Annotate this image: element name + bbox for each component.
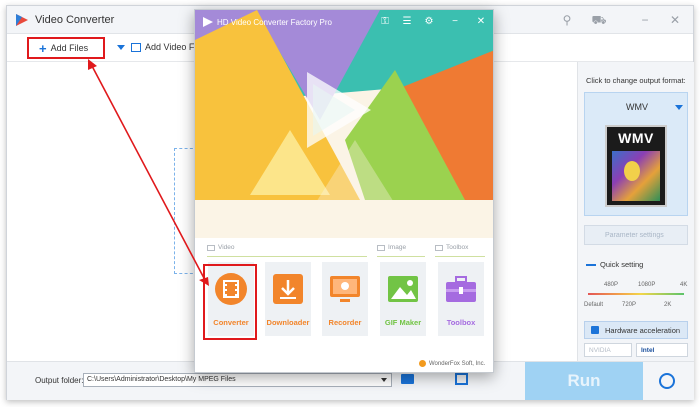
- recorder-icon: [330, 276, 360, 302]
- section-video: Video: [207, 244, 235, 251]
- alarm-clock-icon[interactable]: [659, 373, 675, 389]
- list-icon[interactable]: ☰: [401, 16, 413, 28]
- output-format-panel: Click to change output format: WMV WMV P…: [577, 62, 694, 361]
- pin-icon[interactable]: ⚲: [559, 12, 575, 28]
- quality-label: Default: [584, 302, 604, 308]
- tool-label: GIF Maker: [384, 318, 422, 327]
- quality-label: 720P: [622, 302, 637, 308]
- cart-icon[interactable]: ⛟: [591, 12, 607, 28]
- thumbnail-text: WMV: [618, 130, 654, 146]
- quick-setting-label: Quick setting: [600, 260, 644, 269]
- section-image: Image: [377, 244, 406, 251]
- downloader-icon: [273, 274, 303, 304]
- close-icon[interactable]: ✕: [667, 12, 683, 28]
- tool-label: Recorder: [328, 318, 362, 327]
- run-button[interactable]: Run: [525, 362, 643, 400]
- app-title: Video Converter: [35, 14, 115, 26]
- launcher-footer: WonderFox Soft, Inc.: [419, 360, 485, 367]
- footer-label: WonderFox Soft, Inc.: [429, 360, 486, 367]
- output-folder-field[interactable]: C:\Users\Administrator\Desktop\My MPEG F…: [83, 373, 392, 387]
- quality-label: 2K: [664, 302, 672, 308]
- settings-icon[interactable]: ⚙: [423, 16, 435, 28]
- quality-slider[interactable]: [588, 293, 684, 295]
- add-files-label: Add Files: [50, 43, 89, 53]
- minimize-icon[interactable]: −: [637, 12, 653, 28]
- toolbox-section-icon: [435, 244, 443, 251]
- tool-label: Downloader: [266, 318, 310, 327]
- add-files-button[interactable]: + Add Files: [27, 37, 105, 59]
- output-folder-label: Output folder:: [35, 376, 84, 385]
- nvidia-chip: NVIDIA: [584, 343, 632, 357]
- hw-accel-label: Hardware acceleration: [605, 325, 681, 335]
- quality-label: 480P: [604, 282, 619, 288]
- wmv-format-thumbnail: WMV: [605, 125, 667, 207]
- tool-label: Toolbox: [446, 318, 476, 327]
- launcher-window: HD Video Converter Factory Pro ⚿ ☰ ⚙ − ✕…: [194, 9, 494, 373]
- downloader-tile[interactable]: Downloader: [265, 262, 311, 336]
- image-section-icon: [377, 244, 385, 251]
- slider-icon: [586, 263, 596, 266]
- app-logo-icon: [203, 17, 213, 27]
- hardware-acceleration-toggle[interactable]: Hardware acceleration: [584, 321, 688, 339]
- quick-setting: Quick setting: [586, 260, 643, 269]
- key-icon[interactable]: ⚿: [379, 16, 391, 28]
- converter-highlight-box: [203, 264, 257, 340]
- intel-chip: Intel: [636, 343, 688, 357]
- checkbox-icon: [591, 326, 599, 334]
- quality-label: 1080P: [638, 282, 656, 288]
- close-icon[interactable]: ✕: [475, 16, 487, 28]
- folder-icon[interactable]: [401, 374, 414, 384]
- gif-maker-icon: [388, 276, 418, 302]
- section-divider: [207, 256, 367, 257]
- section-divider: [435, 256, 485, 257]
- output-format-heading: Click to change output format:: [586, 76, 686, 85]
- format-name: WMV: [626, 102, 648, 112]
- gif-maker-tile[interactable]: GIF Maker: [380, 262, 426, 336]
- recorder-tile[interactable]: Recorder: [322, 262, 368, 336]
- plus-icon: +: [39, 40, 47, 56]
- wonderfox-logo-icon: [419, 360, 426, 367]
- format-dropdown-icon: [675, 105, 683, 110]
- section-divider: [377, 256, 425, 257]
- output-folder-dropdown-icon[interactable]: [381, 378, 387, 382]
- app-logo-icon: [16, 14, 28, 26]
- preview-icon[interactable]: [455, 373, 468, 385]
- section-toolbox: Toolbox: [435, 244, 468, 251]
- thumbnail-artwork: [612, 151, 660, 201]
- section-label: Video: [218, 244, 235, 251]
- format-selector[interactable]: WMV WMV: [584, 92, 688, 216]
- toolbox-icon: [446, 276, 476, 302]
- parameter-settings-button[interactable]: Parameter settings: [584, 225, 688, 245]
- hero-banner: [195, 10, 493, 238]
- section-label: Image: [388, 244, 407, 251]
- add-files-dropdown-icon[interactable]: [117, 45, 125, 50]
- video-section-icon: [207, 244, 215, 251]
- section-label: Toolbox: [446, 244, 469, 251]
- folder-add-icon: [131, 42, 141, 52]
- launcher-title: HD Video Converter Factory Pro: [217, 18, 333, 27]
- minimize-icon[interactable]: −: [449, 16, 461, 28]
- quality-label: 4K: [680, 282, 688, 288]
- toolbox-tile[interactable]: Toolbox: [438, 262, 484, 336]
